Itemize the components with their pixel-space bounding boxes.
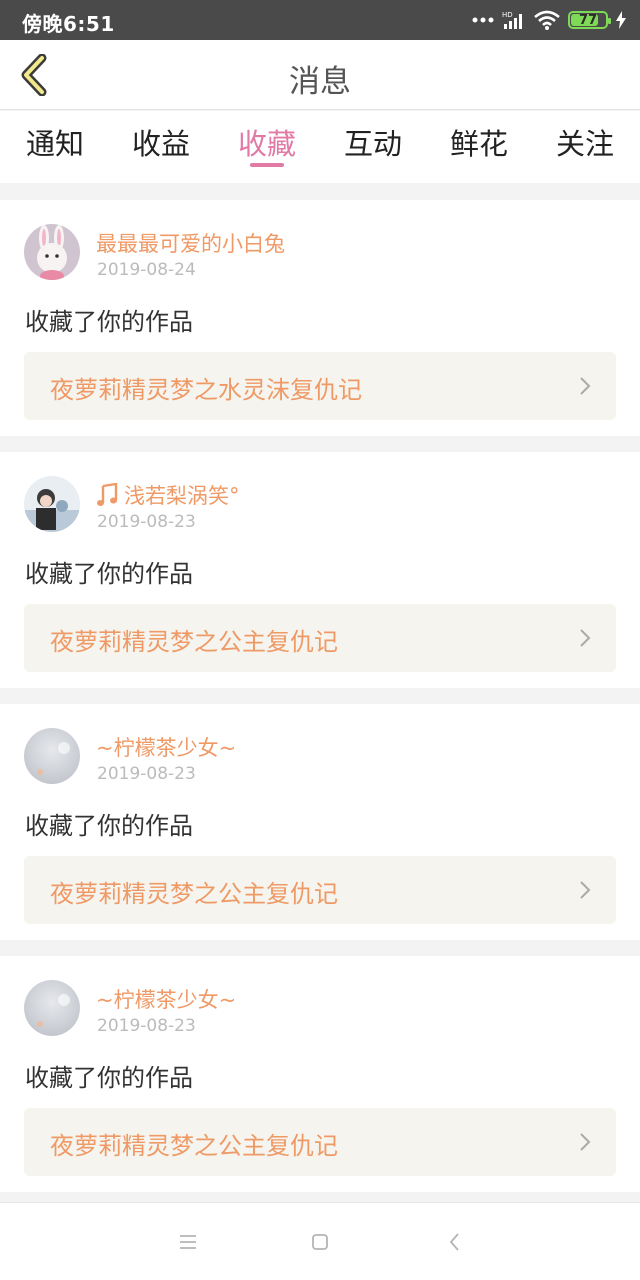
username[interactable]: 浅若梨涡笑°	[124, 480, 240, 510]
back-nav-icon[interactable]	[442, 1229, 468, 1255]
date: 2019-08-23	[97, 764, 196, 784]
avatar[interactable]	[24, 728, 80, 784]
action-text: 收藏了你的作品	[25, 1064, 193, 1092]
blur-avatar	[24, 980, 80, 1036]
signal-icon: HD	[502, 11, 522, 29]
user-line: ~柠檬茶少女~	[96, 984, 236, 1014]
action-text: 收藏了你的作品	[25, 560, 193, 588]
music-note-icon	[97, 483, 118, 506]
action-text: 收藏了你的作品	[25, 308, 193, 336]
battery-level: 77	[578, 12, 598, 28]
wifi-icon	[534, 10, 560, 30]
work-link[interactable]: 夜萝莉精灵梦之公主复仇记	[24, 856, 616, 924]
username[interactable]: 最最最可爱的小白兔	[96, 228, 285, 258]
list-item: 浅若梨涡笑° 2019-08-23 收藏了你的作品 夜萝莉精灵梦之公主复仇记	[0, 452, 640, 688]
tab-follow[interactable]: 关注	[532, 121, 638, 163]
person-avatar	[24, 476, 80, 532]
tab-favorites[interactable]: 收藏	[214, 121, 320, 163]
blur-avatar	[24, 728, 80, 784]
status-icons: HD 77	[472, 8, 626, 32]
user-line: 最最最可爱的小白兔	[96, 228, 285, 258]
charging-icon	[616, 11, 626, 29]
date: 2019-08-23	[97, 1016, 196, 1036]
tab-earnings[interactable]: 收益	[108, 121, 214, 163]
username[interactable]: ~柠檬茶少女~	[96, 732, 236, 762]
tab-bar: 通知 收益 收藏 互动 鲜花 关注	[0, 111, 640, 183]
menu-icon[interactable]	[175, 1229, 201, 1255]
chevron-right-icon	[580, 881, 591, 899]
list-item: 最最最可爱的小白兔 2019-08-24 收藏了你的作品 夜萝莉精灵梦之水灵沫复…	[0, 200, 640, 436]
page-title: 消息	[289, 64, 351, 100]
work-link[interactable]: 夜萝莉精灵梦之水灵沫复仇记	[24, 352, 616, 420]
system-nav-bar	[0, 1202, 640, 1280]
tab-flowers[interactable]: 鲜花	[426, 121, 532, 163]
chevron-right-icon	[580, 629, 591, 647]
work-link[interactable]: 夜萝莉精灵梦之公主复仇记	[24, 604, 616, 672]
chevron-right-icon	[580, 1133, 591, 1151]
avatar[interactable]	[24, 224, 80, 280]
app-header: 消息	[0, 40, 640, 110]
work-link[interactable]: 夜萝莉精灵梦之公主复仇记	[24, 1108, 616, 1176]
tab-notify[interactable]: 通知	[2, 121, 108, 163]
home-icon[interactable]	[307, 1229, 333, 1255]
bunny-avatar	[24, 224, 80, 280]
username[interactable]: ~柠檬茶少女~	[96, 984, 236, 1014]
action-text: 收藏了你的作品	[25, 812, 193, 840]
work-title: 夜萝莉精灵梦之公主复仇记	[50, 1132, 338, 1160]
status-time: 傍晚6:51	[22, 12, 115, 36]
battery-icon: 77	[568, 11, 611, 29]
work-title: 夜萝莉精灵梦之水灵沫复仇记	[50, 376, 362, 404]
date: 2019-08-23	[97, 512, 196, 532]
tab-interaction[interactable]: 互动	[320, 121, 426, 163]
list-item: ~柠檬茶少女~ 2019-08-23 收藏了你的作品 夜萝莉精灵梦之公主复仇记	[0, 956, 640, 1192]
more-dots-icon	[472, 17, 494, 23]
svg-text:HD: HD	[502, 11, 513, 19]
date: 2019-08-24	[97, 260, 196, 280]
work-title: 夜萝莉精灵梦之公主复仇记	[50, 628, 338, 656]
user-line: ~柠檬茶少女~	[96, 732, 236, 762]
active-tab-indicator	[250, 163, 284, 167]
status-bar: 傍晚6:51 HD 77	[0, 0, 640, 40]
work-title: 夜萝莉精灵梦之公主复仇记	[50, 880, 338, 908]
user-line: 浅若梨涡笑°	[96, 480, 240, 510]
avatar[interactable]	[24, 476, 80, 532]
chevron-right-icon	[580, 377, 591, 395]
list-item: ~柠檬茶少女~ 2019-08-23 收藏了你的作品 夜萝莉精灵梦之公主复仇记	[0, 704, 640, 940]
avatar[interactable]	[24, 980, 80, 1036]
